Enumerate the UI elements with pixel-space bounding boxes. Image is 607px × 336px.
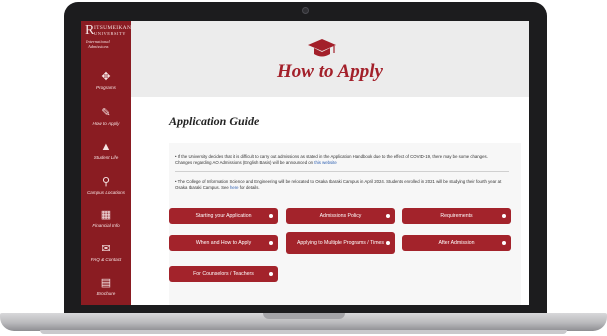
graduation-cap-icon: ▲ [100,141,112,153]
page-title: How to Apply [277,61,383,82]
sidebar-item-financial-info[interactable]: ▦ Financial Info [81,209,131,228]
arrow-icon [386,214,390,218]
laptop-foot [40,330,567,334]
arrow-icon [386,241,390,245]
document-icon: ✎ [101,107,111,119]
divider [175,171,509,172]
here-link[interactable]: here [230,185,239,190]
sidebar-item-label: FAQ & Contact [90,257,122,262]
button-label: For Counselors / Teachers [193,271,254,277]
relocation-notice: • The College of Information Science and… [175,179,513,191]
sidebar-item-student-life[interactable]: ▲ Student Life [81,141,131,160]
relocation-notice-text: • The College of Information Science and… [175,179,502,190]
brochure-icon: ▤ [100,277,112,289]
counselors-teachers-button[interactable]: For Counselors / Teachers [169,266,278,282]
brand-line2: UNIVERSITY [94,31,126,36]
relocation-notice-end: for details. [239,185,260,190]
requirements-button[interactable]: Requirements [402,208,511,224]
multiple-programs-button[interactable]: Applying to Multiple Programs / Times [286,232,395,254]
after-admission-button[interactable]: After Admission [402,235,511,251]
sidebar: R ITSUMEIKAN UNIVERSITY International Ad… [81,21,131,305]
browser-screen: R ITSUMEIKAN UNIVERSITY International Ad… [81,21,529,305]
laptop-notch [263,313,345,319]
sidebar-item-programs[interactable]: ✥ Programs [81,71,131,90]
button-label: Applying to Multiple Programs / Times [296,240,385,246]
camera-icon [302,7,309,14]
button-label: When and How to Apply [195,240,252,246]
button-label: Starting your Application [195,213,252,219]
faq-icon: ✉ [101,243,111,255]
covid-notice: • If the University decides that it is d… [175,154,513,166]
sidebar-item-label: How to Apply [92,121,120,126]
brand-line4: Admissions [88,44,109,49]
sidebar-item-label: Student Life [93,155,119,160]
admissions-policy-button[interactable]: Admissions Policy [286,208,395,224]
arrow-icon [502,241,506,245]
button-label: Requirements [440,213,473,219]
sidebar-item-faq-contact[interactable]: ✉ FAQ & Contact [81,243,131,262]
graduation-cap-icon [308,39,336,57]
arrow-icon [269,214,273,218]
sidebar-item-how-to-apply[interactable]: ✎ How to Apply [81,107,131,126]
calculator-icon: ▦ [100,209,112,221]
sidebar-item-label: Financial Info [92,223,120,228]
hero-banner: How to Apply [131,21,529,97]
ao-notice-text: Changes regarding AO Admissions (English… [175,160,314,165]
programs-icon: ✥ [101,71,111,83]
sidebar-item-brochure[interactable]: ▤ Brochure [81,277,131,296]
arrow-icon [502,214,506,218]
guide-panel: • If the University decides that it is d… [169,143,521,305]
website-link[interactable]: this website [314,160,336,165]
button-label: After Admission [438,240,475,246]
covid-notice-text: • If the University decides that it is d… [175,154,488,159]
button-label: Admissions Policy [319,213,362,219]
section-title: Application Guide [169,114,260,128]
arrow-icon [269,241,273,245]
arrow-icon [269,272,273,276]
sidebar-item-label: Campus Locations [86,190,126,195]
map-pin-icon: ⚲ [101,176,111,188]
brand-text: ITSUMEIKAN UNIVERSITY International Admi… [86,25,131,49]
when-how-to-apply-button[interactable]: When and How to Apply [169,235,278,251]
sidebar-item-label: Brochure [96,291,116,296]
starting-application-button[interactable]: Starting your Application [169,208,278,224]
sidebar-item-label: Programs [96,85,116,90]
sidebar-item-campus-locations[interactable]: ⚲ Campus Locations [81,176,131,195]
